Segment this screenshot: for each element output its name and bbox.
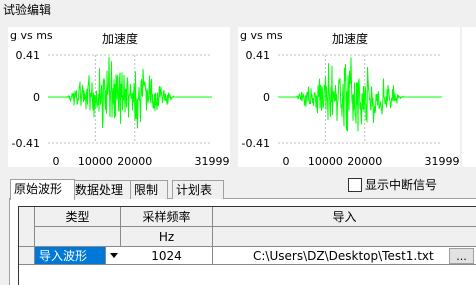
x-tick-label: 20000 [117, 155, 152, 168]
subheader-unit: Hz [121, 227, 213, 247]
import-path-text: C:\Users\DZ\Desktop\Test1.txt [253, 248, 434, 263]
col-header-sample-rate[interactable]: 采样频率 [121, 207, 213, 227]
x-tick-label: 10000 [78, 155, 113, 168]
y-tick-label: 0 [263, 91, 270, 104]
y-tick-label: 0 [33, 91, 40, 104]
chart-2: 加速度 g vs ms 0.41 0 -0.41 0 10000 20000 31999 [240, 29, 460, 168]
checkbox-box[interactable] [348, 177, 362, 192]
tab-schedule[interactable]: 计划表 [172, 180, 224, 199]
col-header-import[interactable]: 导入 [213, 207, 476, 227]
chart-1: 加速度 g vs ms 0.41 0 -0.41 0 10000 20000 31999 [10, 29, 230, 168]
y-axis-label: g vs ms [10, 29, 53, 42]
chart-panel-2: 加速度 g vs ms 0.41 0 -0.41 0 10000 20000 31999 [238, 27, 460, 168]
x-tick-label: 10000 [308, 155, 343, 168]
tab-data-processing[interactable]: 数据处理 [71, 180, 133, 199]
row-header[interactable] [19, 247, 35, 265]
row-header-corner [19, 207, 35, 247]
y-tick-label: -0.41 [12, 137, 40, 150]
waveform-table: 类型 采样频率 导入 Hz 导入波形 1024 C:\Users\DZ\Desk… [18, 206, 476, 285]
show-interrupt-checkbox[interactable]: 显示中断信号 [348, 176, 437, 193]
y-tick-label: 0.41 [246, 49, 271, 62]
y-tick-label: -0.41 [242, 137, 270, 150]
y-axis-label: g vs ms [240, 29, 283, 42]
window-title: 试验编辑 [3, 3, 52, 17]
chart-panel-3-edge [462, 27, 476, 167]
chart-title: 加速度 [332, 31, 368, 46]
y-tick-label: 0.41 [16, 49, 41, 62]
x-tick-label: 31999 [195, 155, 230, 168]
chart-panel-1: 加速度 g vs ms 0.41 0 -0.41 0 10000 20000 31999 [8, 27, 230, 168]
sample-rate-cell[interactable]: 1024 [121, 247, 213, 265]
waveform-series [48, 56, 212, 129]
type-dropdown-button[interactable] [105, 247, 121, 264]
subheader-import [213, 227, 476, 247]
type-select-value: 导入波形 [39, 249, 88, 263]
waveform-series [278, 57, 442, 132]
tab-raw-waveform[interactable]: 原始波形 [10, 179, 75, 200]
subheader-type [35, 227, 121, 247]
col-header-type[interactable]: 类型 [35, 207, 121, 227]
import-path-cell[interactable]: C:\Users\DZ\Desktop\Test1.txt [213, 247, 476, 265]
checkbox-label: 显示中断信号 [365, 178, 438, 192]
browse-button[interactable]: ... [449, 248, 474, 264]
x-tick-label: 0 [283, 155, 290, 168]
x-tick-label: 0 [53, 155, 60, 168]
tab-limits[interactable]: 限制 [130, 180, 168, 199]
type-select[interactable]: 导入波形 [35, 247, 121, 265]
chevron-down-icon [109, 253, 118, 258]
x-tick-label: 20000 [347, 155, 382, 168]
x-tick-label: 31999 [425, 155, 460, 168]
chart-title: 加速度 [102, 31, 138, 46]
